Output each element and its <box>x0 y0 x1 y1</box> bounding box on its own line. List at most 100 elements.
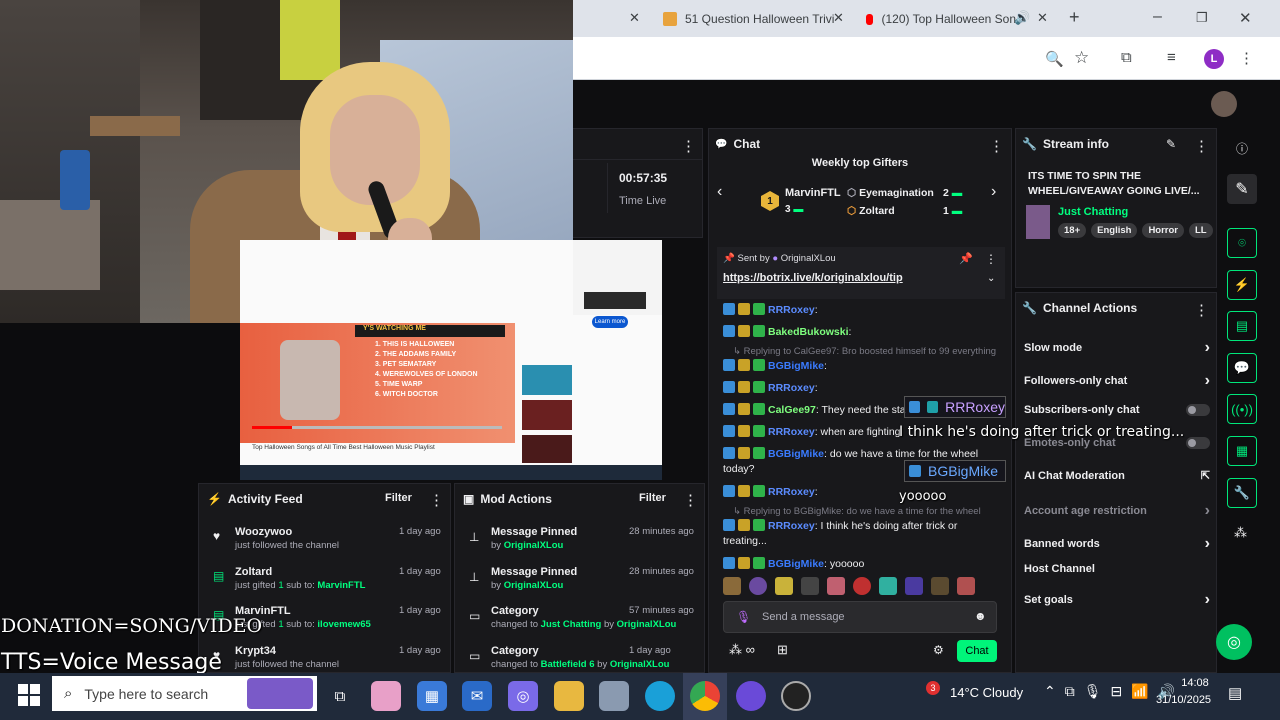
weather-text[interactable]: 14°C Cloudy <box>950 685 1023 700</box>
media-control-icon[interactable]: ≡ <box>1167 49 1176 66</box>
emoji-icon[interactable]: ☻ <box>974 609 987 623</box>
stream-category[interactable]: Just Chatting <box>1058 206 1128 218</box>
stream-tag[interactable]: English <box>1091 223 1138 238</box>
chevron-right-icon[interactable]: › <box>1205 591 1210 609</box>
close-window-icon[interactable]: ✕ <box>1239 9 1252 27</box>
file-explorer-icon[interactable] <box>554 681 584 711</box>
stream-tag[interactable]: 18+ <box>1058 223 1087 238</box>
rail-button-notes[interactable]: ▤ <box>1227 311 1257 341</box>
tab-youtube[interactable]: (120) Top Halloween Son <box>866 6 1016 32</box>
emote-icon[interactable] <box>931 577 949 595</box>
chevron-right-icon[interactable]: › <box>1205 372 1210 390</box>
pinned-link[interactable]: https://botrix.live/k/originalxlou/tip <box>723 272 903 284</box>
rail-button-broadcast[interactable]: ((•)) <box>1227 394 1257 424</box>
store-icon[interactable]: ▦ <box>417 681 447 711</box>
chevron-right-icon[interactable]: › <box>1205 339 1210 357</box>
new-tab-icon[interactable]: + <box>1069 7 1080 28</box>
unpin-icon[interactable]: 📌 <box>959 252 973 265</box>
emote-icon[interactable] <box>775 577 793 595</box>
chat-username[interactable]: BGBigMike <box>768 360 824 372</box>
channel-action-ai-chat-moderation[interactable]: AI Chat Moderation ⇱ <box>1024 469 1210 483</box>
emote-icon[interactable] <box>853 577 871 595</box>
chat-username[interactable]: CalGee97 <box>768 404 816 416</box>
panel-menu-icon[interactable]: ⋮ <box>681 137 696 155</box>
chat-input-box[interactable]: 🎙 Send a message ☻ <box>723 601 997 633</box>
mod-menu-icon[interactable]: ⋮ <box>683 491 698 509</box>
mod-filter-button[interactable]: Filter <box>639 492 666 504</box>
chat-username[interactable]: BGBigMike <box>768 558 824 570</box>
support-chat-button[interactable]: ◎ <box>1216 624 1252 660</box>
close-tab-icon[interactable]: ✕ <box>1037 10 1048 26</box>
speaker-icon[interactable]: 🔊 <box>1014 10 1030 26</box>
tab-trivia[interactable]: 51 Question Halloween Trivi <box>663 6 853 32</box>
chat-send-button[interactable]: Chat <box>957 640 997 662</box>
infinity-icon[interactable]: ⁂ ∞ <box>729 642 755 658</box>
chevron-right-icon[interactable]: › <box>1205 535 1210 553</box>
mic-icon[interactable]: 🎙 <box>736 610 751 624</box>
clock-time[interactable]: 14:08 <box>1172 677 1218 689</box>
copilot-icon[interactable] <box>371 681 401 711</box>
emote-icon[interactable] <box>801 577 819 595</box>
stream-tag[interactable]: Horror <box>1142 223 1184 238</box>
chevron-right-icon[interactable]: › <box>1205 502 1210 520</box>
notifications-icon[interactable]: ▤ <box>1228 684 1242 702</box>
channel-action-host-channel[interactable]: Host Channel <box>1024 563 1210 575</box>
close-tab-icon[interactable]: ✕ <box>629 10 640 26</box>
menu-kebab-icon[interactable]: ⋮ <box>1239 49 1254 67</box>
stream-tag[interactable]: LL <box>1189 223 1213 238</box>
external-link-icon[interactable]: ⇱ <box>1201 469 1210 482</box>
minimize-icon[interactable]: – <box>1153 8 1162 26</box>
toggle-switch[interactable] <box>1186 437 1210 449</box>
bookmark-star-icon[interactable]: ☆ <box>1074 48 1089 68</box>
channel-actions-menu-icon[interactable]: ⋮ <box>1194 301 1209 319</box>
clock-date[interactable]: 31/10/2025 <box>1156 694 1211 706</box>
activity-menu-icon[interactable]: ⋮ <box>429 491 444 509</box>
gift-box-icon[interactable]: ⊞ <box>777 642 788 658</box>
taskbar-search-box[interactable]: ⌕ Type here to search <box>52 676 317 711</box>
chat-username[interactable]: RRRoxey <box>768 520 815 532</box>
user-avatar[interactable] <box>1211 91 1237 117</box>
channel-action-followers-only-chat[interactable]: Followers-only chat › <box>1024 372 1210 390</box>
chat-username[interactable]: RRRoxey <box>768 426 815 438</box>
chat-username[interactable]: RRRoxey <box>768 486 815 498</box>
chat-settings-icon[interactable]: ⚙ <box>933 643 944 657</box>
rail-button-clip[interactable]: ⌾ <box>1227 228 1257 258</box>
rail-button-tools[interactable]: 🔧 <box>1227 478 1257 508</box>
channel-action-account-age-restriction[interactable]: Account age restriction › <box>1024 502 1210 520</box>
chat-username[interactable]: RRRoxey <box>768 304 815 316</box>
emote-icon[interactable] <box>827 577 845 595</box>
channel-action-subscribers-only-chat[interactable]: Subscribers-only chat <box>1024 404 1210 416</box>
outlook-icon[interactable]: ✉ <box>462 681 492 711</box>
channel-action-set-goals[interactable]: Set goals › <box>1024 591 1210 609</box>
task-view-icon[interactable]: ⧉ <box>325 681 355 711</box>
channel-action-banned-words[interactable]: Banned words › <box>1024 535 1210 553</box>
stream-info-menu-icon[interactable]: ⋮ <box>1194 137 1209 155</box>
chrome-icon[interactable] <box>690 681 720 711</box>
emote-icon[interactable] <box>749 577 767 595</box>
zoom-icon[interactable]: 🔍 <box>1045 50 1064 68</box>
rail-button-layout[interactable]: ▦ <box>1227 436 1257 466</box>
edge-icon[interactable] <box>645 681 675 711</box>
gifters-prev-icon[interactable]: ‹ <box>717 183 722 201</box>
extensions-icon[interactable]: ⧉ <box>1121 49 1132 66</box>
chat-username[interactable]: BakedBukowski <box>768 326 849 338</box>
gamepad-icon[interactable]: ◎ <box>508 681 538 711</box>
activity-filter-button[interactable]: Filter <box>385 492 412 504</box>
emote-icon[interactable] <box>957 577 975 595</box>
toggle-switch[interactable] <box>1186 404 1210 416</box>
gifters-next-icon[interactable]: › <box>991 183 996 201</box>
emote-icon[interactable] <box>905 577 923 595</box>
chat-username[interactable]: RRRoxey <box>768 382 815 394</box>
close-tab-icon[interactable]: ✕ <box>833 10 844 26</box>
channel-action-slow-mode[interactable]: Slow mode › <box>1024 339 1210 357</box>
restore-icon[interactable]: ❐ <box>1196 10 1208 26</box>
edit-pencil-icon[interactable]: ✎ <box>1166 137 1176 151</box>
pinned-menu-icon[interactable]: ⋮ <box>985 252 997 266</box>
rail-button-chat[interactable]: 💬 <box>1227 353 1257 383</box>
info-icon[interactable]: ⓘ <box>1236 140 1248 157</box>
windows-start-icon[interactable] <box>18 684 40 706</box>
rail-button-raid[interactable]: ⚡ <box>1227 270 1257 300</box>
photos-icon[interactable] <box>599 681 629 711</box>
profile-avatar[interactable]: L <box>1204 49 1224 69</box>
pinned-expand-icon[interactable]: ⌄ <box>987 273 995 284</box>
